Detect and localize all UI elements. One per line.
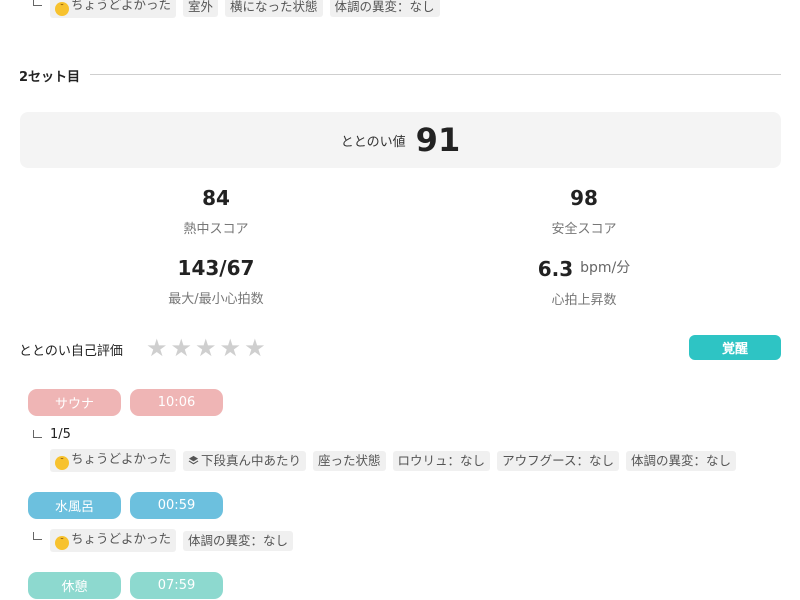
- totonoi-score-card: ととのい値 91: [20, 112, 781, 168]
- corner-branch-icon: [33, 430, 42, 438]
- corner-branch-icon: [33, 0, 42, 6]
- top-condition-tags: ˘ ちょうどよかった 室外 横になった状態 体調の異変：なし: [50, 0, 440, 18]
- star-icon[interactable]: ★: [220, 336, 242, 360]
- tag-mood: ˘ ちょうどよかった: [50, 529, 177, 552]
- phase-sauna-time: 10:06: [130, 389, 223, 416]
- totonoi-value: 91: [415, 121, 461, 159]
- stat-safety-score: 98 安全スコア: [464, 186, 704, 237]
- stat-heat-score: 84 熱中スコア: [96, 186, 336, 237]
- section-divider: [90, 74, 781, 75]
- tag-seat: 下段真ん中あたり: [183, 450, 307, 471]
- stat-value: 143/67: [177, 256, 255, 280]
- totonoi-label: ととのい値: [340, 134, 406, 150]
- stat-value: 98: [570, 186, 598, 210]
- tag-location: 室外: [183, 0, 219, 17]
- tag-posture: 横になった状態: [225, 0, 323, 17]
- corner-branch-icon: [33, 532, 42, 540]
- smile-emoji-icon: ˘: [55, 2, 69, 16]
- stat-label: 安全スコア: [551, 222, 617, 237]
- tag-posture: 座った状態: [313, 450, 386, 471]
- phase-rest-label: 休憩: [28, 572, 121, 599]
- water-tags: ˘ ちょうどよかった 体調の異変：なし: [50, 529, 294, 552]
- phase-water-label: 水風呂: [28, 492, 121, 519]
- tag-loyly: ロウリュ：なし: [392, 450, 491, 471]
- smile-emoji-icon: ˘: [55, 456, 69, 470]
- self-rating-label: ととのい自己評価: [19, 344, 123, 359]
- section-title: 2セット目: [19, 70, 81, 85]
- phase-rest-time: 07:59: [130, 572, 223, 599]
- tag-mood: ˘ ちょうどよかった: [50, 449, 177, 472]
- tag-aufguss: アウフグース：なし: [497, 450, 619, 471]
- phase-sauna-label: サウナ: [28, 389, 121, 416]
- layers-icon: [188, 455, 199, 464]
- sauna-count: 1/5: [50, 427, 71, 442]
- tag-health: 体調の異変：なし: [625, 450, 736, 471]
- star-icon[interactable]: ★: [171, 336, 193, 360]
- star-icon[interactable]: ★: [244, 336, 266, 360]
- stat-value: 6.3 bpm/分: [537, 257, 631, 281]
- awakening-badge: 覚醒: [689, 335, 781, 360]
- tag-health: 体調の異変：なし: [329, 0, 440, 17]
- star-icon[interactable]: ★: [195, 336, 217, 360]
- stat-label: 心拍上昇数: [551, 293, 617, 308]
- phase-water-time: 00:59: [130, 492, 223, 519]
- tag-health: 体調の異変：なし: [183, 530, 294, 551]
- stat-label: 熱中スコア: [183, 222, 249, 237]
- stat-heart-rise: 6.3 bpm/分 心拍上昇数: [464, 256, 704, 308]
- star-icon[interactable]: ★: [146, 336, 168, 360]
- stat-heart-rate: 143/67 最大/最小心拍数: [96, 256, 336, 307]
- star-rating[interactable]: ★ ★ ★ ★ ★: [146, 336, 266, 360]
- stat-unit: bpm/分: [580, 260, 631, 276]
- stat-label: 最大/最小心拍数: [168, 292, 264, 307]
- tag-mood: ˘ ちょうどよかった: [50, 0, 177, 18]
- sauna-tags: ˘ ちょうどよかった 下段真ん中あたり 座った状態 ロウリュ：なし アウフグース：…: [50, 449, 736, 472]
- smile-emoji-icon: ˘: [55, 536, 69, 550]
- stat-value: 84: [202, 186, 230, 210]
